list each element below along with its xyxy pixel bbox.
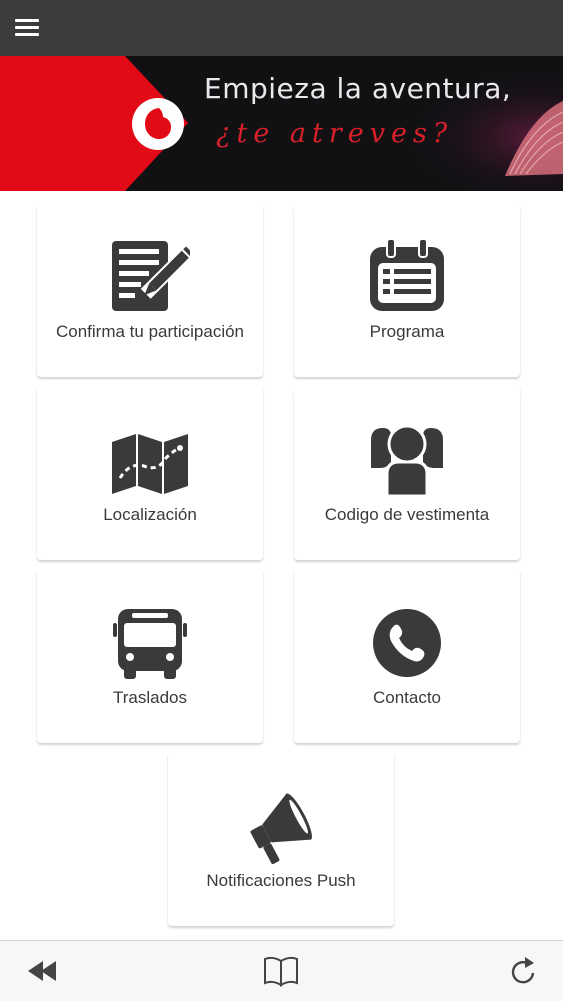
- tile-label: Programa: [369, 322, 445, 341]
- map-icon: [110, 422, 190, 498]
- bus-icon: [110, 605, 190, 681]
- promo-banner: Empieza la aventura, ¿te atreves?: [0, 56, 563, 191]
- tile-confirma-participacion[interactable]: Confirma tu participación: [37, 203, 263, 377]
- vodafone-logo-icon: [132, 98, 184, 150]
- tile-programa[interactable]: Programa: [294, 203, 520, 377]
- reload-icon[interactable]: [503, 951, 543, 991]
- phone-icon: [367, 605, 447, 681]
- browser-toolbar: [0, 940, 563, 1001]
- tile-contacto[interactable]: Contacto: [294, 569, 520, 743]
- tile-label: Codigo de vestimenta: [324, 505, 490, 524]
- tile-label: Traslados: [112, 688, 187, 707]
- tile-label: Confirma tu participación: [55, 322, 245, 341]
- tile-label: Localización: [103, 505, 197, 524]
- calendar-list-icon: [367, 238, 447, 315]
- top-bar: [0, 0, 563, 56]
- people-icon: [367, 422, 447, 498]
- book-icon[interactable]: [261, 951, 301, 991]
- megaphone-icon: [241, 788, 321, 864]
- edit-document-icon: [110, 239, 194, 315]
- tile-label: Contacto: [372, 688, 442, 707]
- hamburger-menu-icon[interactable]: [15, 19, 39, 37]
- tile-traslados[interactable]: Traslados: [37, 569, 263, 743]
- tile-codigo-vestimenta[interactable]: Codigo de vestimenta: [294, 386, 520, 560]
- tile-notificaciones-push[interactable]: Notificaciones Push: [168, 752, 394, 926]
- tile-localizacion[interactable]: Localización: [37, 386, 263, 560]
- banner-headline: Empieza la aventura,: [204, 72, 512, 105]
- tile-label: Notificaciones Push: [206, 871, 356, 890]
- rewind-icon[interactable]: [24, 951, 64, 991]
- banner-tagline: ¿te atreves?: [216, 118, 454, 149]
